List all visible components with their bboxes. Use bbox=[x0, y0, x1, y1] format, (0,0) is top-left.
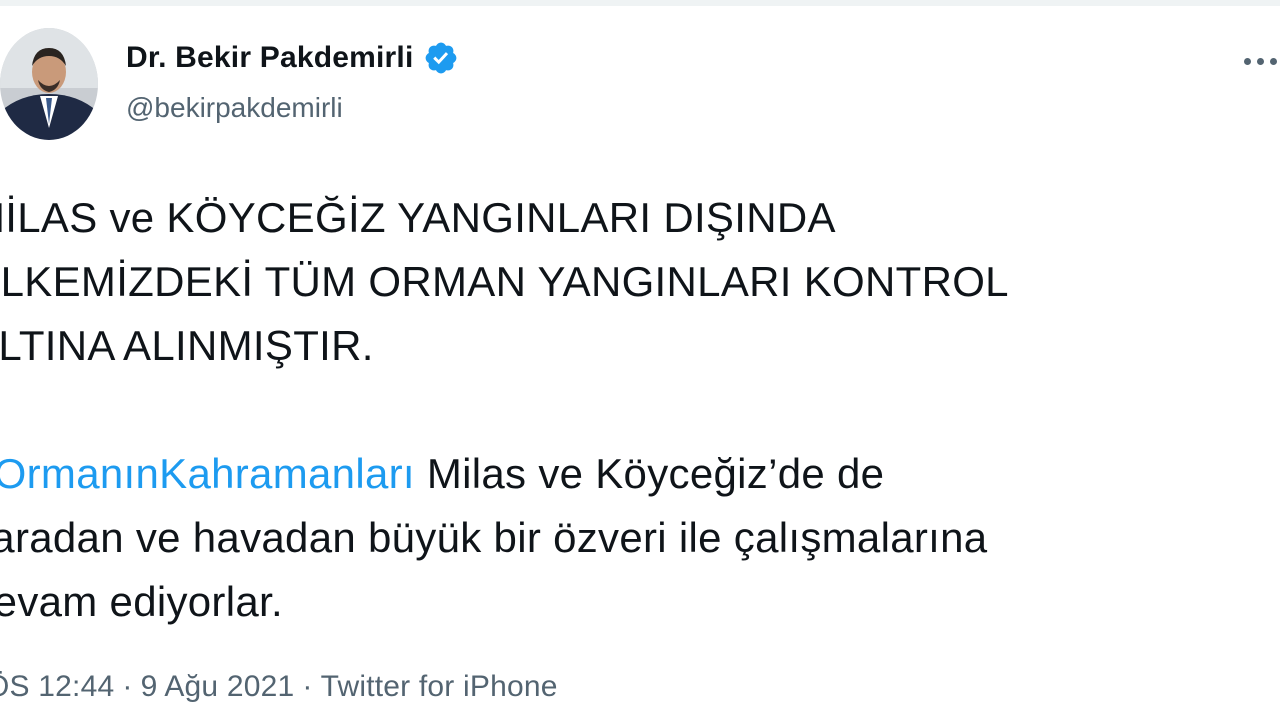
tweet-card: Dr. Bekir Pakdemirli @bekirpakdemirli Mİ… bbox=[0, 0, 1280, 720]
more-options-icon[interactable] bbox=[1244, 46, 1280, 76]
more-dot bbox=[1244, 57, 1251, 65]
tweet-paragraph: #OrmanınKahramanları Milas ve Köyceğiz’d… bbox=[0, 442, 1270, 634]
tweet-line: karadan ve havadan büyük bir özveri ile … bbox=[0, 514, 988, 561]
tweet-line: Milas ve Köyceğiz’de de bbox=[414, 450, 885, 497]
tweet-line: ALTINA ALINMIŞTIR. bbox=[0, 322, 374, 369]
tweet-line: MİLAS ve KÖYCEĞİZ YANGINLARI DIŞINDA bbox=[0, 194, 836, 241]
tweet-paragraph: MİLAS ve KÖYCEĞİZ YANGINLARI DIŞINDA ÜLK… bbox=[0, 186, 1270, 378]
top-divider bbox=[0, 0, 1280, 6]
tweet-text: MİLAS ve KÖYCEĞİZ YANGINLARI DIŞINDA ÜLK… bbox=[0, 186, 1270, 634]
hashtag-link[interactable]: #OrmanınKahramanları bbox=[0, 450, 415, 497]
tweet-time[interactable]: ÖS 12:44 bbox=[0, 670, 114, 703]
tweet-meta: ÖS 12:44·9 Ağu 2021·Twitter for iPhone bbox=[0, 670, 558, 704]
meta-separator: · bbox=[122, 670, 133, 703]
author-handle[interactable]: @bekirpakdemirli bbox=[126, 92, 343, 124]
author-avatar[interactable] bbox=[0, 28, 98, 140]
tweet-line: devam ediyorlar. bbox=[0, 578, 283, 625]
author-name-row[interactable]: Dr. Bekir Pakdemirli bbox=[126, 40, 459, 76]
author-name[interactable]: Dr. Bekir Pakdemirli bbox=[126, 41, 413, 75]
more-dot bbox=[1270, 57, 1277, 65]
tweet-date[interactable]: 9 Ağu 2021 bbox=[141, 670, 295, 703]
tweet-source[interactable]: Twitter for iPhone bbox=[321, 670, 558, 703]
more-dot bbox=[1257, 57, 1264, 65]
tweet-line: ÜLKEMİZDEKİ TÜM ORMAN YANGINLARI KONTROL bbox=[0, 258, 1009, 305]
verified-badge-icon bbox=[423, 40, 459, 76]
meta-separator: · bbox=[302, 670, 313, 703]
